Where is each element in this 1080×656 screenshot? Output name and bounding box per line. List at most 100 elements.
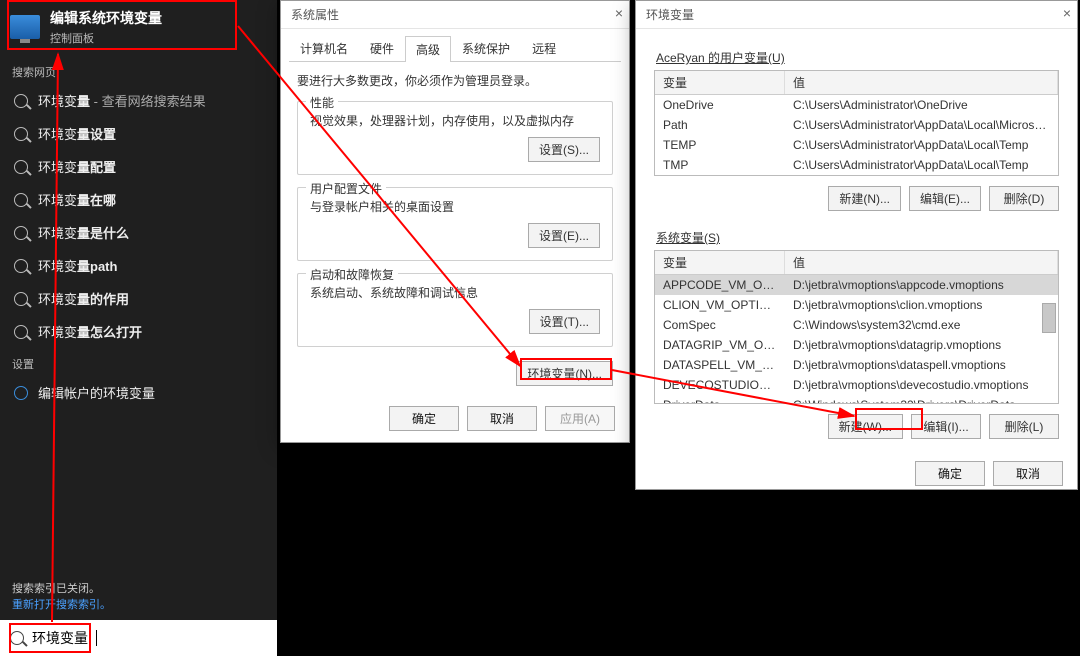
table-row[interactable]: DATASPELL_VM_OPTIONSD:\jetbra\vmoptions\… (655, 355, 1058, 375)
cell-var: DATAGRIP_VM_OPTIONS (655, 335, 785, 355)
suggestion-text: 环境变量设置 (38, 124, 116, 143)
taskbar-search[interactable]: 环境变量 (0, 620, 277, 656)
tab-硬件[interactable]: 硬件 (359, 35, 405, 61)
best-match-subtitle: 控制面板 (50, 30, 162, 46)
cell-val: D:\jetbra\vmoptions\datagrip.vmoptions (785, 335, 1058, 355)
user-vars-table[interactable]: 变量 值 OneDriveC:\Users\Administrator\OneD… (654, 70, 1059, 176)
col-value[interactable]: 值 (785, 71, 1058, 94)
table-row[interactable]: APPCODE_VM_OPTIONSD:\jetbra\vmoptions\ap… (655, 275, 1058, 295)
perf-legend: 性能 (306, 94, 338, 111)
perf-settings-button[interactable]: 设置(S)... (528, 137, 600, 162)
group-performance: 性能 视觉效果，处理器计划，内存使用，以及虚拟内存 设置(S)... (297, 101, 613, 175)
search-input-text: 环境变量 (32, 628, 88, 648)
table-row[interactable]: DEVECOSTUDIO_VM_OPT...D:\jetbra\vmoption… (655, 375, 1058, 395)
search-suggestion[interactable]: 环境变量配置 (0, 150, 277, 183)
search-suggestion[interactable]: 环境变量设置 (0, 117, 277, 150)
env-vars-button[interactable]: 环境变量(N)... (516, 361, 613, 386)
cell-val: C:\Users\Administrator\AppData\Local\Mic… (785, 115, 1058, 135)
close-icon[interactable]: × (1063, 5, 1071, 21)
cell-var: DATASPELL_VM_OPTIONS (655, 355, 785, 375)
suggestion-text: 环境变量配置 (38, 157, 116, 176)
env-cancel-button[interactable]: 取消 (993, 461, 1063, 486)
user-new-button[interactable]: 新建(N)... (828, 186, 901, 211)
search-index-footer: 搜索索引已关闭。 重新打开搜索索引。 (0, 572, 277, 620)
close-icon[interactable]: × (615, 5, 623, 21)
sysprops-cancel-button[interactable]: 取消 (467, 406, 537, 431)
system-vars-label: 系统变量(S) (656, 229, 1057, 246)
sysprops-titlebar[interactable]: 系统属性 × (281, 1, 629, 29)
reopen-index-link[interactable]: 重新打开搜索索引。 (12, 599, 111, 611)
prof-settings-button[interactable]: 设置(E)... (528, 223, 600, 248)
search-icon (14, 160, 28, 174)
col-variable[interactable]: 变量 (655, 251, 785, 274)
search-icon (14, 94, 28, 108)
col-value[interactable]: 值 (785, 251, 1058, 274)
settings-row-edit-account-env[interactable]: 编辑帐户的环境变量 (0, 376, 277, 409)
best-match-result[interactable]: 编辑系统环境变量 控制面板 (0, 0, 277, 56)
suggestion-text: 环境变量 - 查看网络搜索结果 (38, 91, 206, 110)
search-suggestion[interactable]: 环境变量path (0, 249, 277, 282)
table-row[interactable]: DATAGRIP_VM_OPTIONSD:\jetbra\vmoptions\d… (655, 335, 1058, 355)
cell-var: CLION_VM_OPTIONS (655, 295, 785, 315)
tab-计算机名[interactable]: 计算机名 (289, 35, 359, 61)
search-icon (14, 193, 28, 207)
cell-val: D:\jetbra\vmoptions\appcode.vmoptions (785, 275, 1058, 295)
search-icon (14, 325, 28, 339)
tab-高级[interactable]: 高级 (405, 36, 451, 62)
boot-legend: 启动和故障恢复 (306, 266, 398, 283)
col-variable[interactable]: 变量 (655, 71, 785, 94)
search-icon (14, 259, 28, 273)
search-icon (14, 226, 28, 240)
table-row[interactable]: CLION_VM_OPTIONSD:\jetbra\vmoptions\clio… (655, 295, 1058, 315)
table-row[interactable]: ComSpecC:\Windows\system32\cmd.exe (655, 315, 1058, 335)
perf-desc: 视觉效果，处理器计划，内存使用，以及虚拟内存 (310, 112, 600, 129)
search-suggestion[interactable]: 环境变量的作用 (0, 282, 277, 315)
table-row[interactable]: DriverDataC:\Windows\System32\Drivers\Dr… (655, 395, 1058, 403)
tab-远程[interactable]: 远程 (521, 35, 567, 61)
env-ok-button[interactable]: 确定 (915, 461, 985, 486)
user-vars-label: AceRyan 的用户变量(U) (656, 49, 1057, 66)
suggestion-text: 环境变量path (38, 256, 117, 275)
boot-settings-button[interactable]: 设置(T)... (529, 309, 600, 334)
cell-var: Path (655, 115, 785, 135)
sysprops-apply-button: 应用(A) (545, 406, 615, 431)
system-properties-dialog: 系统属性 × 计算机名硬件高级系统保护远程 要进行大多数更改，你必须作为管理员登… (280, 0, 630, 443)
system-delete-button[interactable]: 删除(L) (989, 414, 1059, 439)
cell-val: C:\Users\Administrator\AppData\Local\Tem… (785, 155, 1058, 175)
best-match-title: 编辑系统环境变量 (50, 8, 162, 28)
prof-desc: 与登录帐户相关的桌面设置 (310, 198, 600, 215)
sysprops-tabs: 计算机名硬件高级系统保护远程 (289, 35, 621, 62)
table-row[interactable]: OneDriveC:\Users\Administrator\OneDrive (655, 95, 1058, 115)
search-suggestion[interactable]: 环境变量怎么打开 (0, 315, 277, 348)
table-row[interactable]: PathC:\Users\Administrator\AppData\Local… (655, 115, 1058, 135)
search-suggestion[interactable]: 环境变量是什么 (0, 216, 277, 249)
table-row[interactable]: TMPC:\Users\Administrator\AppData\Local\… (655, 155, 1058, 175)
tab-系统保护[interactable]: 系统保护 (451, 35, 521, 61)
search-icon (14, 127, 28, 141)
sysprops-ok-button[interactable]: 确定 (389, 406, 459, 431)
cell-val: C:\Users\Administrator\AppData\Local\Tem… (785, 135, 1058, 155)
group-userprofile: 用户配置文件 与登录帐户相关的桌面设置 设置(E)... (297, 187, 613, 261)
cell-val: C:\Windows\system32\cmd.exe (785, 315, 1058, 335)
suggestion-text: 环境变量的作用 (38, 289, 129, 308)
search-suggestion[interactable]: 环境变量 - 查看网络搜索结果 (0, 84, 277, 117)
scrollbar-thumb[interactable] (1042, 303, 1056, 333)
system-new-button[interactable]: 新建(W)... (828, 414, 903, 439)
env-vars-dialog: 环境变量 × AceRyan 的用户变量(U) 变量 值 OneDriveC:\… (635, 0, 1078, 490)
start-search-panel: 编辑系统环境变量 控制面板 搜索网页 环境变量 - 查看网络搜索结果环境变量设置… (0, 0, 277, 620)
user-delete-button[interactable]: 删除(D) (989, 186, 1059, 211)
system-edit-button[interactable]: 编辑(I)... (911, 414, 981, 439)
suggestion-text: 环境变量怎么打开 (38, 322, 142, 341)
cell-val: C:\Users\Administrator\OneDrive (785, 95, 1058, 115)
cell-val: D:\jetbra\vmoptions\devecostudio.vmoptio… (785, 375, 1058, 395)
search-icon (14, 292, 28, 306)
env-titlebar[interactable]: 环境变量 × (636, 1, 1077, 29)
search-suggestion[interactable]: 环境变量在哪 (0, 183, 277, 216)
system-vars-table[interactable]: 变量 值 APPCODE_VM_OPTIONSD:\jetbra\vmoptio… (654, 250, 1059, 404)
monitor-icon (10, 15, 40, 39)
user-edit-button[interactable]: 编辑(E)... (909, 186, 981, 211)
boot-desc: 系统启动、系统故障和调试信息 (310, 284, 600, 301)
cell-var: APPCODE_VM_OPTIONS (655, 275, 785, 295)
section-settings-label: 设置 (0, 348, 277, 376)
table-row[interactable]: TEMPC:\Users\Administrator\AppData\Local… (655, 135, 1058, 155)
